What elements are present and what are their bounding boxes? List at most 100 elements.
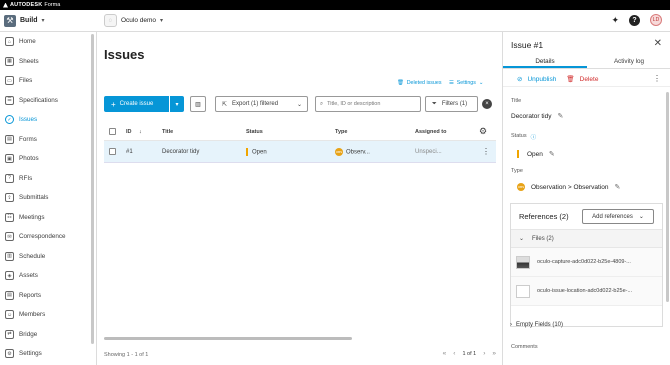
column-type[interactable]: Type	[335, 129, 347, 135]
sidebar-item-bridge[interactable]: ⇄ Bridge	[0, 325, 96, 345]
settings-icon: ⚙	[5, 349, 14, 359]
ai-assistant-icon[interactable]: ✦	[611, 15, 619, 26]
status-field-label: Status ⓘ	[511, 133, 536, 141]
edit-pencil-icon[interactable]: ✎	[549, 150, 555, 158]
table-row[interactable]: #1 Decorator tidy Open OBS Observ... Unspeci.…	[104, 141, 496, 163]
select-all-checkbox[interactable]	[109, 128, 116, 135]
create-issue-dropdown[interactable]: ▾	[169, 96, 184, 112]
product-name: Forma	[44, 2, 61, 8]
settings-link[interactable]: ☰ Settings ⌄	[449, 80, 483, 86]
sidebar-item-issues[interactable]: ✓ Issues	[0, 110, 96, 130]
sidebar-item-home[interactable]: ⌂ Home	[0, 32, 96, 52]
sidebar-item-reports[interactable]: ▤ Reports	[0, 286, 96, 306]
row-checkbox[interactable]	[109, 148, 116, 155]
type-value: Observation > Observation	[531, 183, 609, 191]
next-page-icon[interactable]: ›	[483, 350, 485, 357]
file-item[interactable]: oculo-issue-location-adc0d022-b25e-...	[511, 277, 662, 306]
column-settings-gear-icon[interactable]: ⚙	[479, 126, 487, 137]
build-app-icon: ⚒	[4, 14, 16, 27]
app-header: ⚒ Build ▾ ◌ Oculo demo ▾ ✦ ? LD	[0, 10, 670, 32]
sidebar-item-photos[interactable]: ▣ Photos	[0, 149, 96, 169]
chevron-down-icon: ⌄	[638, 214, 644, 220]
type-text: Observ...	[346, 149, 370, 156]
sidebar-item-forms[interactable]: ▤ Forms	[0, 130, 96, 150]
file-name: oculo-issue-location-adc0d022-b25e-...	[537, 288, 633, 294]
chevron-down-icon: ⌄	[519, 236, 525, 242]
unpublish-icon: ⊘	[517, 76, 523, 83]
sidebar-item-rfis[interactable]: ? RFIs	[0, 169, 96, 189]
title-field-value: Decorator tidy ✎	[511, 112, 563, 121]
edit-pencil-icon[interactable]: ✎	[557, 112, 563, 120]
empty-fields-toggle[interactable]: › Empty Fields (10)	[510, 322, 563, 328]
deleted-issues-link[interactable]: 🗑 Deleted issues	[397, 80, 441, 86]
chevron-right-icon: ›	[510, 322, 512, 328]
issues-main: Issues 🗑 Deleted issues ☰ Settings ⌄ + C…	[97, 32, 502, 365]
more-options-icon[interactable]: ⋮	[653, 74, 661, 83]
sidebar-item-label: Assets	[19, 272, 38, 280]
sidebar-item-label: Members	[19, 311, 46, 319]
settings-label: Settings	[456, 80, 476, 86]
unpublish-button[interactable]: ⊘ Unpublish	[517, 75, 556, 84]
sidebar-item-meetings[interactable]: ☷ Meetings	[0, 208, 96, 228]
clear-filters-icon[interactable]: ×	[482, 99, 492, 109]
sidebar-item-schedule[interactable]: ▥ Schedule	[0, 247, 96, 267]
project-selector[interactable]: ◌ Oculo demo ▾	[104, 14, 163, 27]
filters-button[interactable]: ⏷ Filters (1)	[425, 96, 478, 112]
create-issue-button[interactable]: + Create issue ▾	[104, 96, 184, 112]
first-page-icon[interactable]: «	[443, 350, 447, 357]
project-name: Oculo demo	[121, 17, 157, 24]
column-id[interactable]: ID	[126, 129, 132, 135]
tab-details[interactable]: Details	[503, 55, 587, 68]
export-button[interactable]: ⇱ Export (1) filtered ⌄	[215, 96, 308, 112]
search-field[interactable]	[327, 101, 413, 107]
horizontal-scrollbar[interactable]	[104, 337, 352, 340]
title-field-label: Title	[511, 98, 522, 104]
type-field-label: Type	[511, 168, 523, 174]
close-icon[interactable]: ✕	[654, 38, 662, 49]
prev-page-icon[interactable]: ‹	[453, 350, 455, 357]
issue-detail-panel: Issue #1 ✕ Details Activity log ⊘ Unpubl…	[502, 32, 670, 365]
sidebar-item-correspondence[interactable]: ✉ Correspondence	[0, 227, 96, 247]
edit-pencil-icon[interactable]: ✎	[615, 183, 621, 191]
search-icon: ⌕	[320, 100, 324, 107]
search-input[interactable]: ⌕	[315, 96, 421, 112]
delete-button[interactable]: 🗑 Delete	[566, 75, 598, 84]
observation-type-icon: OBS	[517, 183, 525, 191]
table-header: ID ↓ Title Status Type Assigned to ⚙	[104, 123, 496, 141]
chevron-down-icon: ▾	[41, 18, 45, 24]
status-indicator	[246, 147, 248, 156]
info-icon[interactable]: ⓘ	[531, 133, 537, 141]
sidebar-item-files[interactable]: ▭ Files	[0, 71, 96, 91]
project-icon: ◌	[104, 14, 117, 27]
sidebar-item-sheets[interactable]: ▦ Sheets	[0, 52, 96, 72]
sidebar-item-label: Meetings	[19, 213, 45, 221]
sidebar-item-specifications[interactable]: ☰ Specifications	[0, 91, 96, 111]
panel-scrollbar[interactable]	[666, 92, 669, 302]
file-item[interactable]: oculo-capture-adc0d022-b25e-4809-...	[511, 248, 662, 277]
references-header: References (2) Add references ⌄	[511, 204, 662, 230]
app-switcher[interactable]: ⚒ Build ▾	[0, 10, 96, 31]
sidebar-item-assets[interactable]: ◈ Assets	[0, 266, 96, 286]
row-more-icon[interactable]: ⋮	[482, 147, 490, 156]
top-brand-bar: AUTODESK Forma	[0, 0, 670, 10]
add-references-button[interactable]: Add references ⌄	[582, 209, 654, 224]
members-icon: ☺	[5, 310, 14, 320]
column-status[interactable]: Status	[246, 129, 263, 135]
column-title[interactable]: Title	[162, 129, 173, 135]
schedule-icon: ▥	[5, 251, 14, 261]
map-view-button[interactable]: ▥	[190, 96, 206, 112]
sidebar-item-settings[interactable]: ⚙ Settings	[0, 344, 96, 364]
sidebar-item-submittals[interactable]: ⇪ Submittals	[0, 188, 96, 208]
tab-activity-log[interactable]: Activity log	[587, 55, 670, 68]
export-label: Export (1) filtered	[232, 101, 279, 107]
sidebar-scrollbar[interactable]	[91, 34, 94, 344]
files-group-toggle[interactable]: ⌄ Files (2)	[511, 230, 662, 248]
help-icon[interactable]: ?	[629, 14, 640, 26]
sidebar-item-label: Issues	[19, 116, 38, 124]
sort-arrow-icon[interactable]: ↓	[139, 129, 142, 135]
sidebar-item-members[interactable]: ☺ Members	[0, 305, 96, 325]
user-avatar[interactable]: LD	[650, 14, 662, 26]
last-page-icon[interactable]: »	[492, 350, 496, 357]
column-assigned[interactable]: Assigned to	[415, 129, 446, 135]
settings-sliders-icon: ☰	[449, 80, 454, 86]
